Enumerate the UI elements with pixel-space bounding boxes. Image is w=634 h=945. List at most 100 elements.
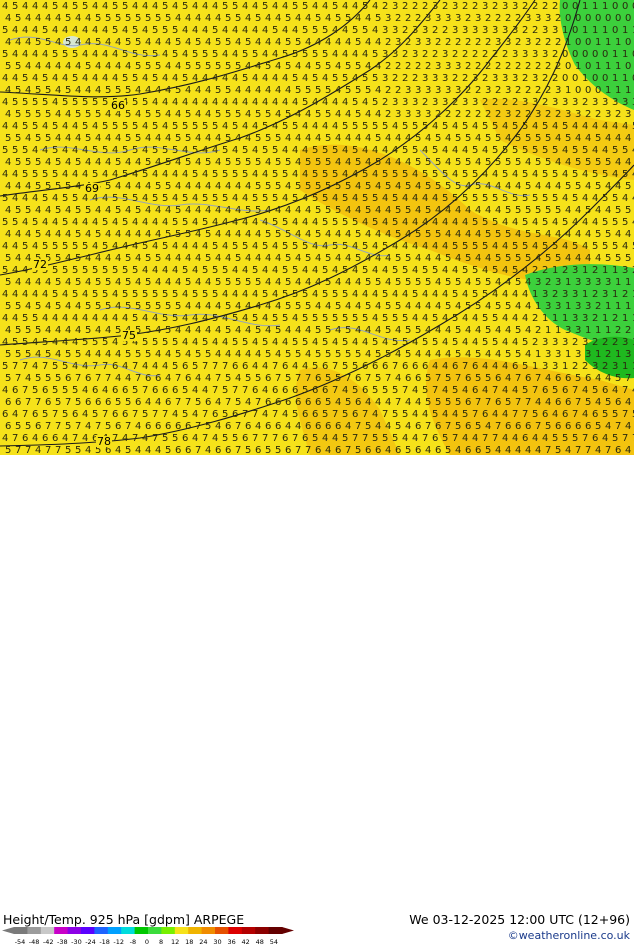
grid-value: 1	[622, 361, 628, 372]
grid-value: 5	[85, 109, 91, 120]
grid-value: 3	[475, 13, 481, 24]
grid-value: 3	[532, 49, 538, 60]
grid-value: 2	[462, 73, 468, 84]
grid-value: 7	[212, 385, 218, 396]
grid-value: 7	[425, 421, 431, 432]
grid-value: 4	[232, 49, 238, 60]
grid-value: 7	[102, 409, 108, 420]
grid-value: 4	[335, 109, 341, 120]
grid-value: 5	[545, 133, 551, 144]
grid-value: 5	[392, 337, 398, 348]
grid-value: 4	[135, 421, 141, 432]
grid-value: 4	[45, 157, 51, 168]
grid-value: 4	[262, 73, 268, 84]
grid-value: 5	[365, 277, 371, 288]
grid-value: 5	[192, 361, 198, 372]
grid-value: 4	[295, 157, 301, 168]
grid-value: 7	[615, 421, 621, 432]
grid-value: 5	[162, 289, 168, 300]
grid-value: 1	[555, 325, 561, 336]
grid-value: 4	[142, 25, 148, 36]
grid-value: 4	[175, 181, 181, 192]
grid-value: 5	[365, 205, 371, 216]
grid-value: 2	[545, 61, 551, 72]
grid-value: 5	[35, 133, 41, 144]
grid-value: 3	[432, 97, 438, 108]
grid-value: 5	[435, 133, 441, 144]
grid-value: 4	[295, 109, 301, 120]
grid-value: 4	[145, 37, 151, 48]
grid-value: 4	[412, 337, 418, 348]
grid-value: 7	[222, 361, 228, 372]
grid-value: 4	[482, 169, 488, 180]
grid-value: 4	[222, 337, 228, 348]
grid-value: 5	[32, 313, 38, 324]
grid-value: 6	[215, 445, 221, 455]
grid-value: 7	[195, 445, 201, 455]
grid-value: 4	[382, 193, 388, 204]
grid-value: 5	[212, 169, 218, 180]
grid-value: 5	[102, 121, 108, 132]
grid-value: 4	[605, 181, 611, 192]
grid-value: 4	[585, 133, 591, 144]
grid-value: 4	[372, 409, 378, 420]
grid-value: 4	[75, 13, 81, 24]
grid-value: 4	[95, 205, 101, 216]
grid-value: 5	[215, 37, 221, 48]
grid-value: 5	[415, 229, 421, 240]
grid-value: 4	[612, 121, 618, 132]
grid-value: 5	[552, 169, 558, 180]
grid-value: 6	[185, 373, 191, 384]
grid-value: 5	[375, 373, 381, 384]
grid-value: 5	[432, 337, 438, 348]
grid-value: 4	[142, 313, 148, 324]
grid-value: 5	[362, 169, 368, 180]
grid-value: 4	[335, 397, 341, 408]
grid-value: 5	[75, 109, 81, 120]
grid-value: 5	[255, 277, 261, 288]
grid-value: 1	[625, 85, 631, 96]
grid-value: 7	[345, 373, 351, 384]
grid-value: 4	[22, 49, 28, 60]
grid-value: 6	[592, 409, 598, 420]
grid-value: 5	[505, 205, 511, 216]
grid-value: 4	[262, 49, 268, 60]
grid-value: 5	[382, 169, 388, 180]
grid-value: 5	[105, 421, 111, 432]
grid-value: 4	[492, 241, 498, 252]
grid-value: 7	[572, 409, 578, 420]
grid-value: 3	[392, 49, 398, 60]
grid-value: 4	[35, 445, 41, 455]
grid-value: 4	[235, 37, 241, 48]
grid-value: 4	[532, 169, 538, 180]
grid-value: 4	[375, 37, 381, 48]
grid-value: 2	[612, 313, 618, 324]
grid-value: 4	[55, 85, 61, 96]
grid-value: 5	[372, 193, 378, 204]
grid-value: 7	[132, 433, 138, 444]
grid-value: 5	[272, 193, 278, 204]
grid-value: 5	[312, 433, 318, 444]
grid-value: 4	[132, 1, 138, 12]
grid-value: 4	[605, 373, 611, 384]
grid-value: 5	[325, 133, 331, 144]
grid-value: 4	[322, 241, 328, 252]
grid-value: 5	[185, 133, 191, 144]
grid-value: 5	[115, 85, 121, 96]
grid-value: 5	[42, 25, 48, 36]
grid-value: 4	[42, 313, 48, 324]
grid-value: 4	[115, 37, 121, 48]
grid-value: 5	[12, 145, 18, 156]
grid-value: 6	[402, 361, 408, 372]
grid-value: 4	[412, 169, 418, 180]
grid-value: 4	[382, 337, 388, 348]
grid-value: 5	[65, 349, 71, 360]
grid-value: 5	[182, 409, 188, 420]
credit-link[interactable]: ©weatheronline.co.uk	[508, 929, 630, 942]
grid-value: 5	[605, 397, 611, 408]
grid-value: 4	[152, 217, 158, 228]
grid-value: 5	[222, 409, 228, 420]
grid-value: 5	[302, 1, 308, 12]
grid-value: 5	[82, 265, 88, 276]
grid-value: 7	[75, 421, 81, 432]
